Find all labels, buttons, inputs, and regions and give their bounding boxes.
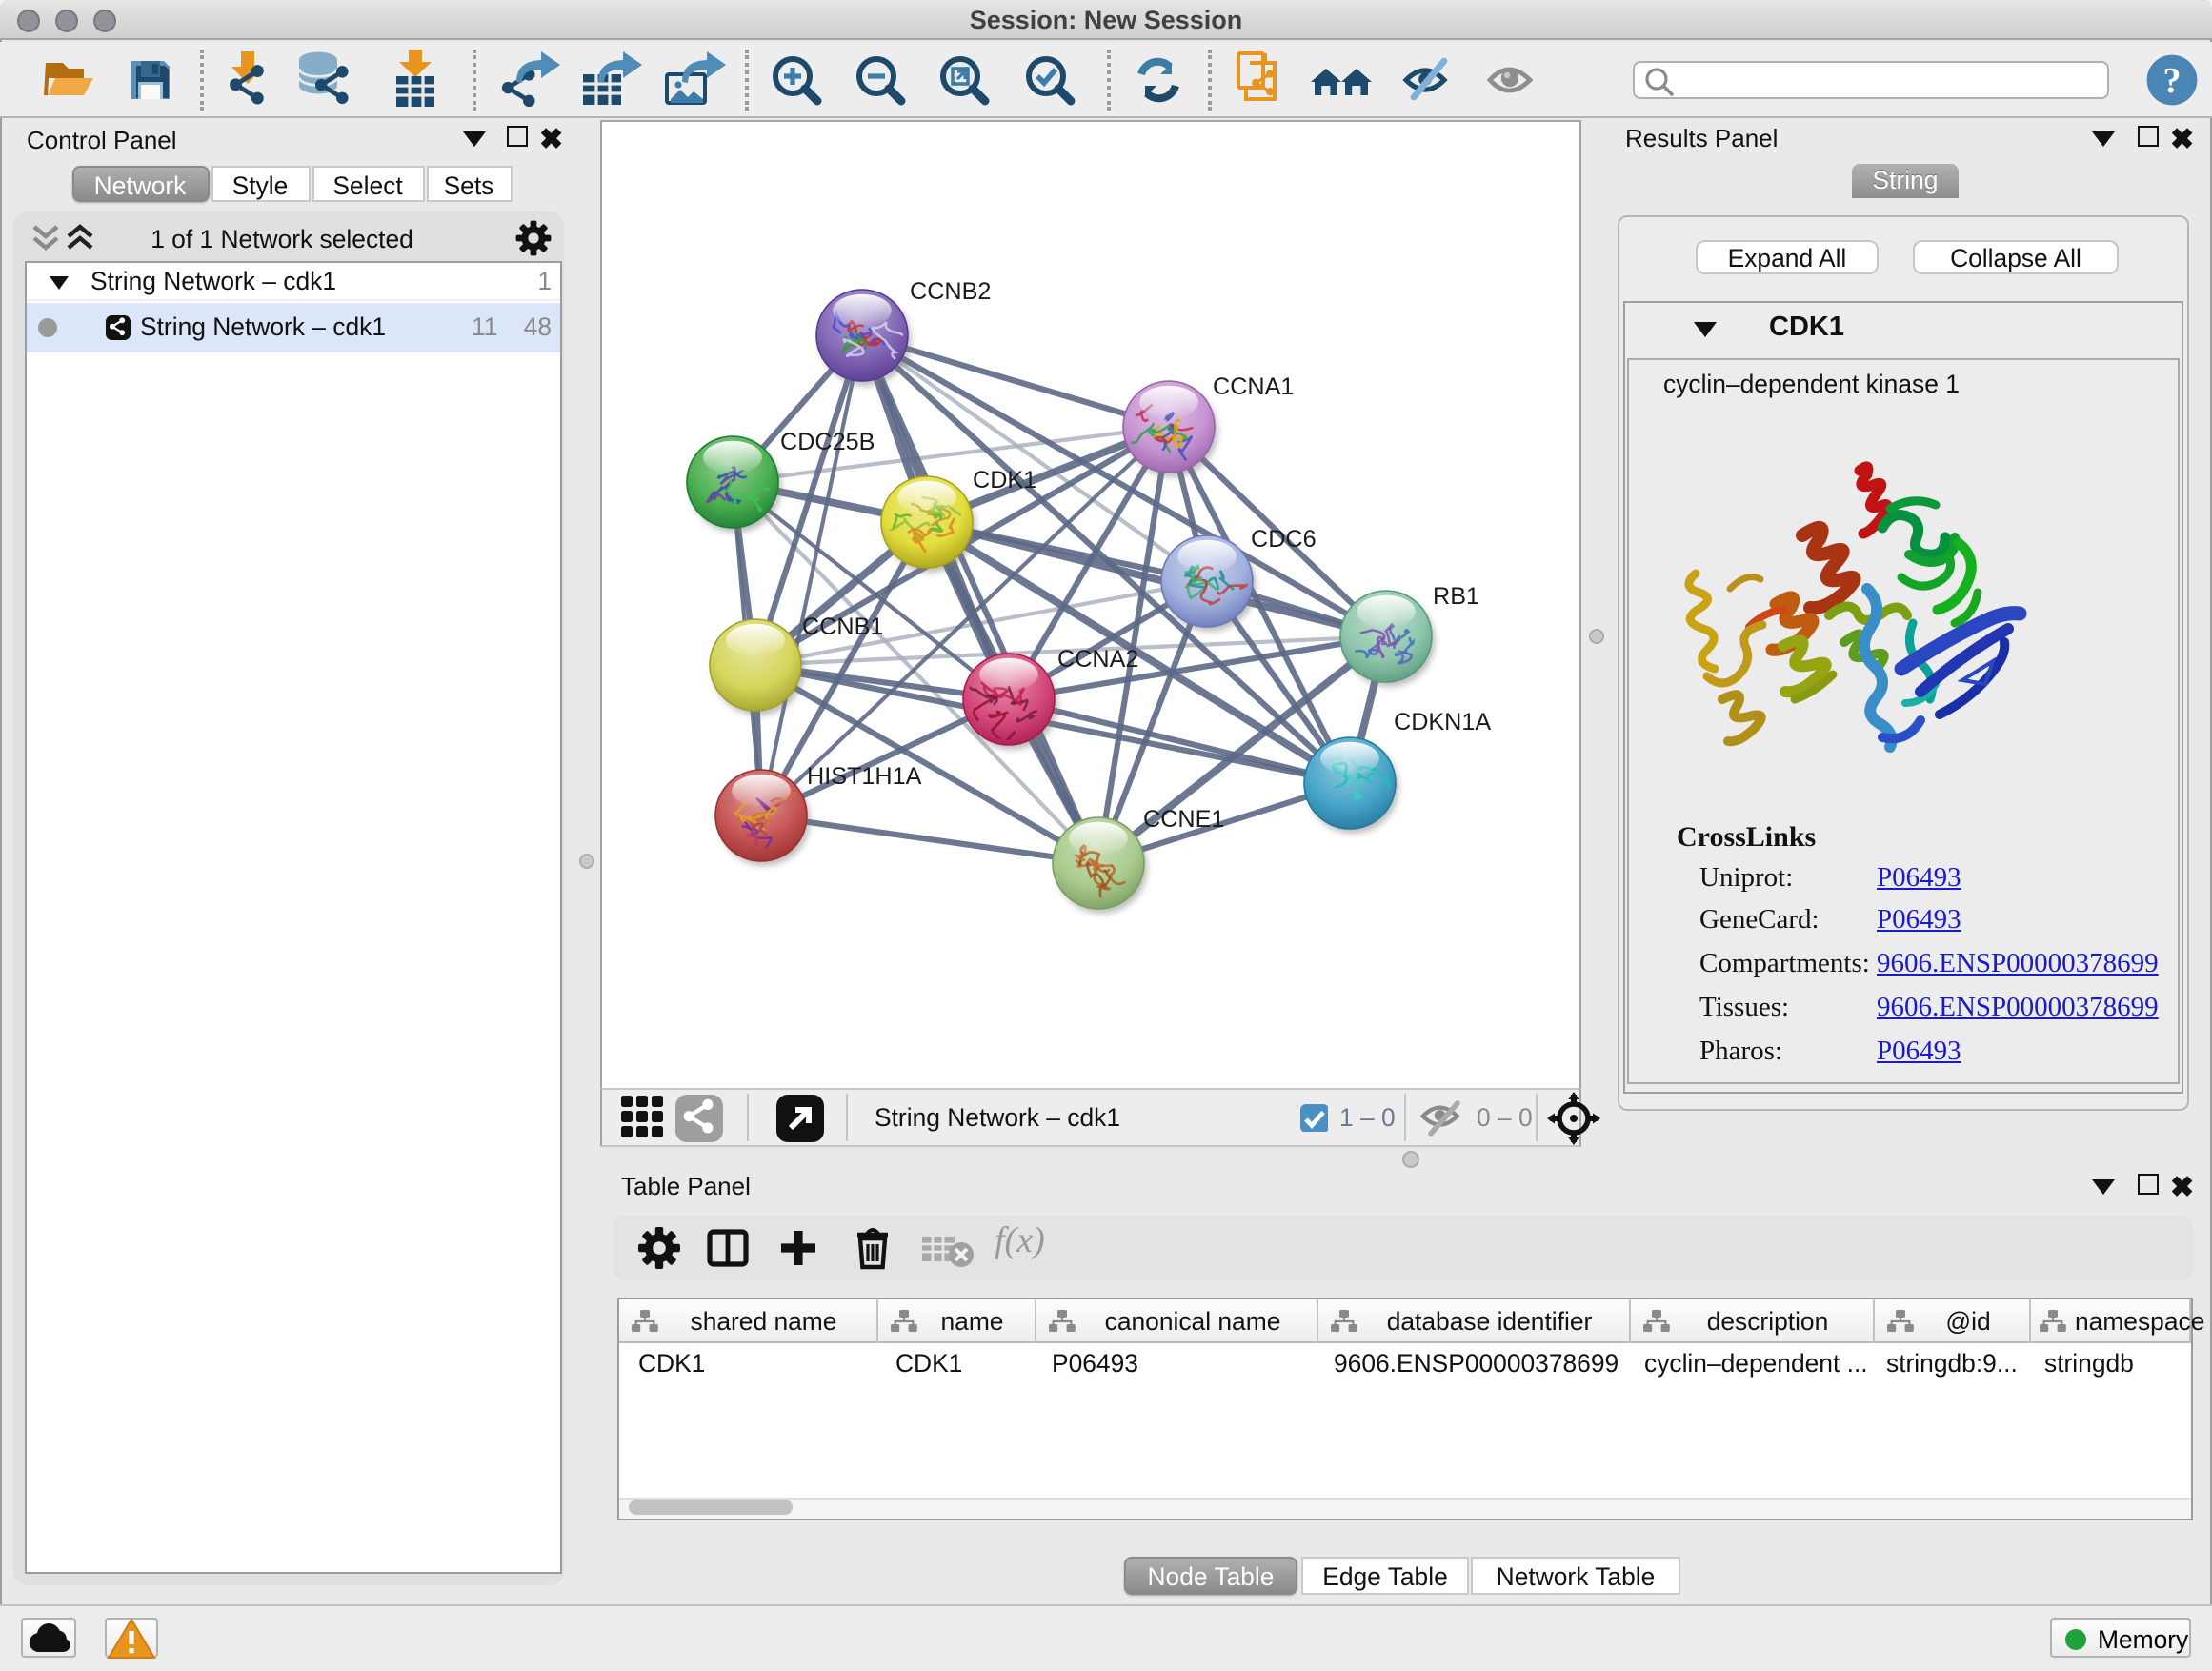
svg-text:?: ? <box>2162 61 2181 101</box>
svg-text:CDC6: CDC6 <box>1250 526 1316 553</box>
svg-text:CCNA1: CCNA1 <box>1212 373 1293 400</box>
svg-text:CCNE1: CCNE1 <box>1142 806 1223 833</box>
svg-text:CCNB1: CCNB1 <box>801 614 882 640</box>
svg-text:CDKN1A: CDKN1A <box>1393 709 1490 735</box>
svg-text:CDK1: CDK1 <box>972 467 1036 493</box>
svg-text:CDC25B: CDC25B <box>779 429 874 455</box>
svg-text:CCNA2: CCNA2 <box>1056 646 1137 673</box>
svg-text:HIST1H1A: HIST1H1A <box>806 763 921 790</box>
svg-text:RB1: RB1 <box>1432 583 1478 610</box>
svg-text:CCNB2: CCNB2 <box>909 278 990 305</box>
